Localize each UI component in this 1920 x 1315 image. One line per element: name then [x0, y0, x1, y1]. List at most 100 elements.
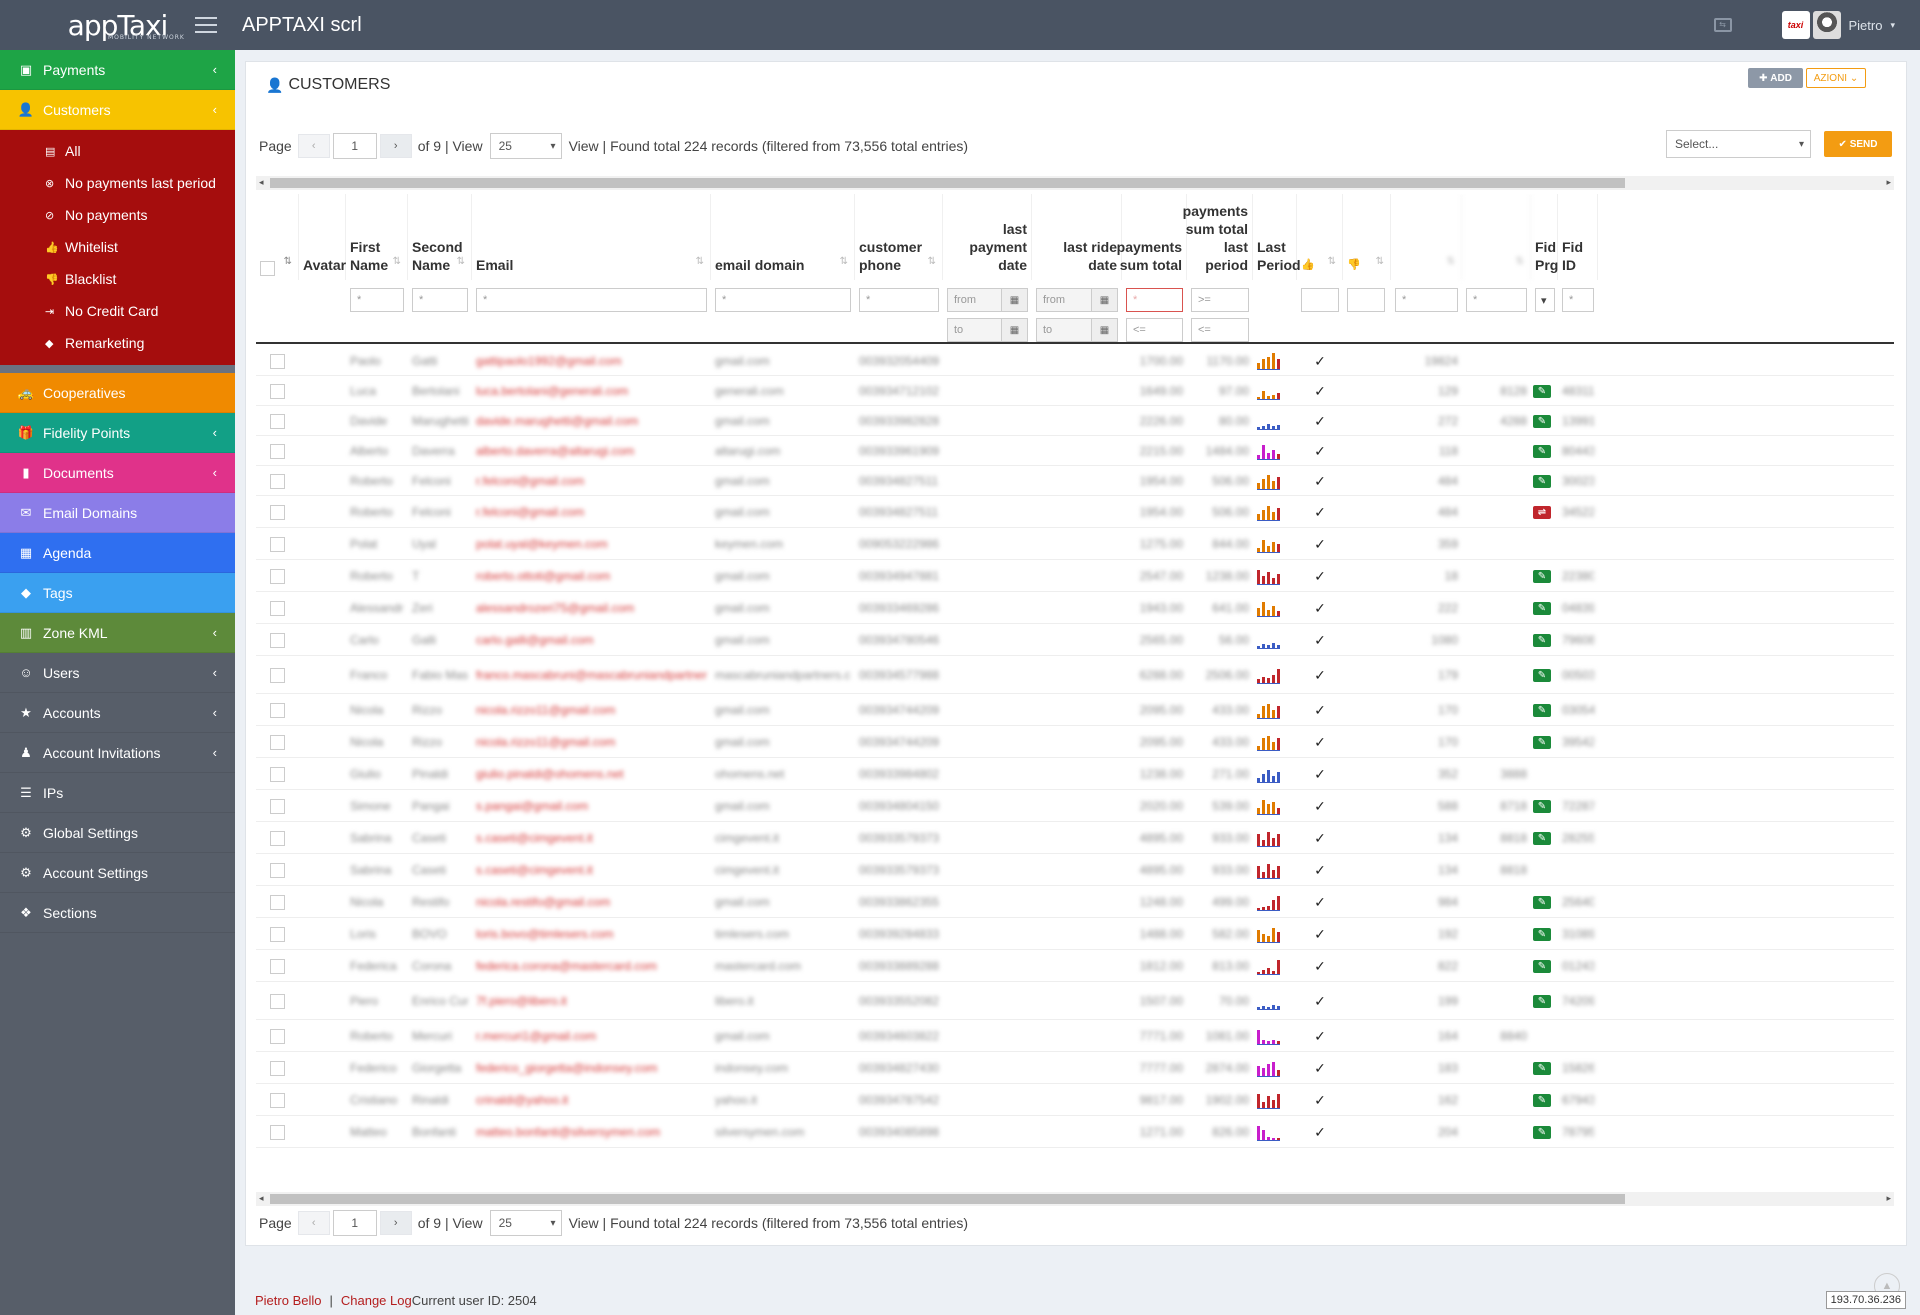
sort-icon[interactable]: ⇅ [284, 253, 292, 271]
user-profile-link[interactable]: Pietro Bello [255, 1293, 321, 1308]
table-row[interactable]: Roberto Felconi r.felconi@gmail.com gmail.c… [256, 466, 1894, 496]
filter-whitelist[interactable] [1301, 288, 1339, 312]
filter-phone[interactable]: * [859, 288, 939, 312]
fidelity-active-icon[interactable]: ✎ [1533, 895, 1551, 909]
sidebar-item-tags[interactable]: ◆ Tags [0, 573, 235, 613]
app-logo[interactable]: appTaxi MOBILITY NETWORK [0, 0, 235, 50]
column-header-sum[interactable]: payments sum total [1117, 194, 1187, 280]
sidebar-item-sections[interactable]: ❖ Sections [0, 893, 235, 933]
row-checkbox[interactable] [270, 1028, 285, 1044]
table-row[interactable]: Polat Uyal polat.uyal@keymen.com keymen.com… [256, 528, 1894, 560]
sort-icon[interactable]: ⇅ [928, 253, 936, 271]
cell-email[interactable]: s.caseti@cimgevent.it [476, 854, 707, 886]
filter-fidid[interactable]: * [1562, 288, 1594, 312]
calendar-icon[interactable]: ▦ [1091, 289, 1117, 311]
sidebar-item-documents[interactable]: ▮ Documents ‹ [0, 453, 235, 493]
horizontal-scrollbar-bottom[interactable]: ◂ ▸ [256, 1192, 1894, 1206]
table-row[interactable]: Alessandro Zeri alessandrozeri75@gmail.com… [256, 592, 1894, 624]
table-row[interactable]: Loris BOVO loris.bovo@timlesers.com timlese… [256, 918, 1894, 950]
cell-email[interactable]: s.pangai@gmail.com [476, 790, 707, 822]
column-header-sumlp[interactable]: payments sum total last period [1183, 194, 1253, 280]
cell-email[interactable]: luca.bertolani@generali.com [476, 376, 707, 406]
fidelity-active-icon[interactable]: ✎ [1533, 735, 1551, 749]
row-checkbox[interactable] [270, 536, 285, 552]
submenu-item-blacklist[interactable]: 👎 Blacklist [0, 263, 235, 295]
table-row[interactable]: Nicola Rizzo nicola.rizzo11@gmail.com gmail… [256, 726, 1894, 758]
next-page-button[interactable]: › [379, 134, 412, 158]
table-row[interactable]: Federico Giorgetta federico_giorgetta@indo… [256, 1052, 1894, 1084]
sidebar-item-cooperatives[interactable]: 🚕 Cooperatives [0, 373, 235, 413]
row-checkbox[interactable] [270, 413, 285, 429]
cell-email[interactable]: nicola.rizzo11@gmail.com [476, 694, 707, 726]
column-header-fid[interactable]: Fid Prg [1531, 194, 1558, 280]
column-header-select[interactable]: ⇅ [256, 194, 299, 280]
column-header-bl[interactable]: ⇅ 👎 [1343, 194, 1391, 280]
sidebar-item-ips[interactable]: ☰ IPs [0, 773, 235, 813]
row-checkbox[interactable] [270, 1092, 285, 1108]
row-checkbox[interactable] [270, 958, 285, 974]
table-row[interactable]: Simone Pangai s.pangai@gmail.com gmail.com 0… [256, 790, 1894, 822]
bulk-action-select[interactable]: Select... [1666, 130, 1811, 158]
filter-second[interactable]: * [412, 288, 468, 312]
cell-email[interactable]: alessandrozeri75@gmail.com [476, 592, 707, 624]
cell-email[interactable]: carlo.galli@gmail.com [476, 624, 707, 656]
user-name[interactable]: Pietro [1849, 18, 1883, 33]
sort-icon[interactable]: ⇅ [393, 253, 401, 271]
fidelity-inactive-icon[interactable]: ⇌ [1533, 505, 1551, 519]
row-checkbox[interactable] [270, 766, 285, 782]
table-row[interactable]: Alberto Daverra alberto.daverra@altarugi.c… [256, 436, 1894, 466]
scrollbar-thumb[interactable] [270, 178, 1625, 188]
filter-sum[interactable]: * [1126, 288, 1183, 312]
row-checkbox[interactable] [270, 383, 285, 399]
cell-email[interactable]: r.felconi@gmail.com [476, 496, 707, 528]
table-row[interactable]: Nicola Restifo nicola.restifo@gmail.com gma… [256, 886, 1894, 918]
cell-email[interactable]: matteo.bonfanti@silversymen.com [476, 1116, 707, 1148]
column-header-first[interactable]: First Name ⇅ [346, 194, 408, 280]
submenu-item-whitelist[interactable]: 👍 Whitelist [0, 231, 235, 263]
table-row[interactable]: Franco Fabio Mascabruni franco.mascabruni@… [256, 656, 1894, 694]
chevron-down-icon[interactable]: ▾ [1890, 20, 1895, 31]
table-row[interactable]: Sabrina Caseti s.caseti@cimgevent.it cimgev… [256, 822, 1894, 854]
fidelity-active-icon[interactable]: ✎ [1533, 703, 1551, 717]
filter-lpd[interactable]: from ▦ [947, 288, 1028, 312]
column-header-blm[interactable]: ⇅ [1462, 194, 1531, 280]
sidebar-item-zone-kml[interactable]: ▥ Zone KML ‹ [0, 613, 235, 653]
column-header-email[interactable]: Email ⇅ [472, 194, 711, 280]
fidelity-active-icon[interactable]: ✎ [1533, 569, 1551, 583]
fidelity-active-icon[interactable]: ✎ [1533, 384, 1551, 398]
column-header-second[interactable]: Second Name ⇅ [408, 194, 472, 280]
sidebar-item-payments[interactable]: ▣ Payments ‹ [0, 50, 235, 90]
horizontal-scrollbar-top[interactable]: ◂ ▸ [256, 176, 1894, 190]
language-icon[interactable]: ⇆ [1713, 18, 1732, 32]
page-input[interactable]: 1 [332, 133, 377, 159]
row-checkbox[interactable] [270, 473, 285, 489]
column-header-lp[interactable]: Last Period [1253, 194, 1301, 280]
cell-email[interactable]: federica.corona@mastercard.com [476, 950, 707, 982]
table-row[interactable]: Roberto Mercuri r.mercuri1@gmail.com gmail.… [256, 1020, 1894, 1052]
sort-icon[interactable]: ⇅ [696, 253, 704, 271]
column-header-fidid[interactable]: Fid ID [1558, 194, 1598, 280]
sidebar-item-account-invitations[interactable]: ♟ Account Invitations ‹ [0, 733, 235, 773]
row-checkbox[interactable] [270, 894, 285, 910]
table-row[interactable]: Roberto Felconi r.felconi@gmail.com gmail.c… [256, 496, 1894, 528]
filter-sumlp[interactable]: >= [1191, 288, 1249, 312]
row-checkbox[interactable] [270, 830, 285, 846]
sidebar-item-agenda[interactable]: ▦ Agenda [0, 533, 235, 573]
sidebar-item-global-settings[interactable]: ⚙ Global Settings [0, 813, 235, 853]
calendar-icon[interactable]: ▦ [1001, 289, 1027, 311]
column-header-domain[interactable]: email domain ⇅ [711, 194, 855, 280]
azioni-dropdown-button[interactable]: AZIONI ⌄ [1806, 68, 1866, 88]
sort-icon[interactable]: ⇅ [1447, 253, 1455, 271]
prev-page-button[interactable]: ‹ [297, 1211, 330, 1235]
table-row[interactable]: Sabrina Caseti s.caseti@cimgevent.it cimgev… [256, 854, 1894, 886]
fidelity-active-icon[interactable]: ✎ [1533, 1061, 1551, 1075]
filter-wlm[interactable]: * [1395, 288, 1458, 312]
table-row[interactable]: Paolo Gatti gattipaolo1992@gmail.com gmail.… [256, 346, 1894, 376]
column-header-lpd[interactable]: last payment date [943, 194, 1032, 280]
cell-email[interactable]: franco.mascabruni@mascabruniandpartners.… [476, 656, 707, 694]
table-row[interactable]: Nicola Rizzo nicola.rizzo11@gmail.com gmail… [256, 694, 1894, 726]
row-checkbox[interactable] [270, 702, 285, 718]
filter-sumlp[interactable]: <= [1191, 318, 1249, 342]
page-size-select[interactable]: 25 [489, 133, 562, 159]
submenu-item-remarketing[interactable]: ◆ Remarketing [0, 327, 235, 359]
